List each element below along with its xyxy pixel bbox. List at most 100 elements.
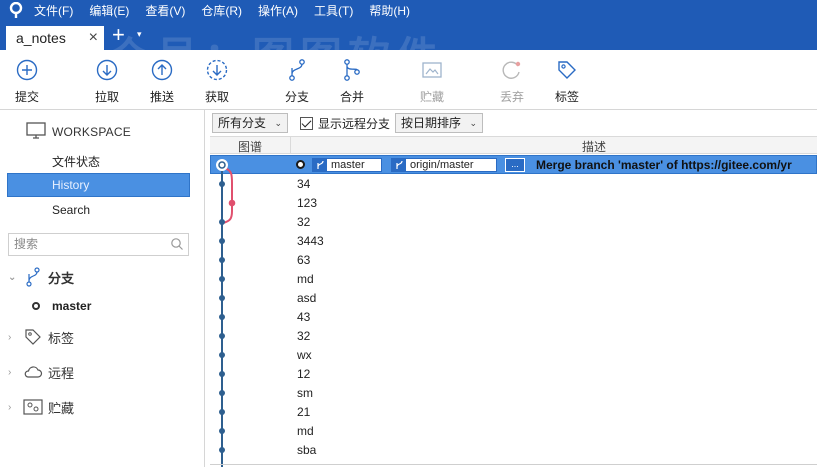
section-branches[interactable]: ⌄ 分支 xyxy=(8,267,74,287)
branch-filter-value: 所有分支 xyxy=(218,116,267,130)
show-remote-branches-label: 显示远程分支 xyxy=(318,117,391,131)
sidebar-item-master[interactable]: master xyxy=(32,299,91,313)
commit-message: 21 xyxy=(297,405,311,419)
column-description[interactable]: 描述 xyxy=(582,138,606,155)
branch-label-origin-master: origin/master xyxy=(391,158,497,172)
workspace-title: WORKSPACE xyxy=(52,125,131,139)
commit-message: md xyxy=(297,272,314,286)
menu-view[interactable]: 查看(V) xyxy=(145,2,185,19)
chevron-right-icon: › xyxy=(8,401,12,413)
fetch-button[interactable]: 获取 xyxy=(197,58,237,105)
sourcetree-logo-icon xyxy=(6,0,26,20)
commit-row[interactable]: 123 xyxy=(210,193,817,212)
menu-actions[interactable]: 操作(A) xyxy=(258,2,298,19)
chevron-right-icon: › xyxy=(8,331,12,343)
cloud-icon xyxy=(22,362,44,382)
commit-message: 34 xyxy=(297,177,311,191)
commit-message: 32 xyxy=(297,329,311,343)
section-tags-label: 标签 xyxy=(48,330,75,346)
commit-row[interactable]: 21 xyxy=(210,402,817,421)
commit-row[interactable]: sba xyxy=(210,440,817,459)
menu-repository[interactable]: 仓库(R) xyxy=(201,2,242,19)
more-labels-button[interactable]: ... xyxy=(505,158,525,172)
column-separator xyxy=(290,137,291,154)
menu-bar: 文件(F) 编辑(E) 查看(V) 仓库(R) 操作(A) 工具(T) 帮助(H… xyxy=(0,0,817,20)
commit-row[interactable]: asd xyxy=(210,288,817,307)
stash-icon xyxy=(420,58,444,82)
chevron-right-icon: › xyxy=(8,366,12,378)
merge-label: 合并 xyxy=(339,90,364,104)
branch-icon xyxy=(22,267,44,287)
stash-label: 贮藏 xyxy=(419,90,444,104)
menu-edit[interactable]: 编辑(E) xyxy=(89,2,129,19)
sidebar: WORKSPACE 文件状态 History Search 搜索 ⌄ 分支 ma… xyxy=(0,110,205,467)
push-icon xyxy=(150,58,174,82)
remote-branch-icon xyxy=(392,159,406,171)
chevron-down-icon: ⌄ xyxy=(274,118,282,128)
section-tags[interactable]: › 标签 xyxy=(8,327,74,347)
commit-list: master origin/master ... Merge branch 'm… xyxy=(210,155,817,467)
tab-strip: a_notes × + ▾ xyxy=(0,20,817,50)
remote-branch-label-text: origin/master xyxy=(410,159,474,171)
menu-tools[interactable]: 工具(T) xyxy=(314,2,353,19)
discard-button[interactable]: 丢弃 xyxy=(492,58,532,105)
tag-button[interactable]: 标签 xyxy=(547,58,587,105)
section-branches-label: 分支 xyxy=(48,270,75,286)
commit-row[interactable]: 32 xyxy=(210,326,817,345)
commit-row[interactable]: 63 xyxy=(210,250,817,269)
merge-button[interactable]: 合并 xyxy=(332,58,372,105)
branch-filter-dropdown[interactable]: 所有分支 ⌄ xyxy=(212,113,288,133)
commit-row-head[interactable]: master origin/master ... Merge branch 'm… xyxy=(210,155,817,174)
search-icon xyxy=(170,237,184,258)
commit-row[interactable]: 34 xyxy=(210,174,817,193)
commit-button[interactable]: 提交 xyxy=(7,58,47,105)
tag-icon xyxy=(555,58,579,82)
commit-row[interactable]: md xyxy=(210,269,817,288)
commit-row[interactable]: md xyxy=(210,421,817,440)
sort-value: 按日期排序 xyxy=(401,116,462,130)
commit-row[interactable]: wx xyxy=(210,345,817,364)
push-button[interactable]: 推送 xyxy=(142,58,182,105)
commit-message: sba xyxy=(297,443,317,457)
add-tab-icon[interactable]: + xyxy=(112,22,125,48)
nav-file-status[interactable]: 文件状态 xyxy=(52,153,100,170)
push-label: 推送 xyxy=(149,90,174,104)
menu-help[interactable]: 帮助(H) xyxy=(369,2,410,19)
merge-icon xyxy=(340,58,364,82)
column-graph[interactable]: 图谱 xyxy=(210,138,290,155)
commit-row[interactable]: 3443 xyxy=(210,231,817,250)
nav-search[interactable]: Search xyxy=(52,203,90,217)
pull-button[interactable]: 拉取 xyxy=(87,58,127,105)
section-stashes[interactable]: › 贮藏 xyxy=(8,397,74,417)
commit-message: wx xyxy=(297,348,312,362)
commit-message: 12 xyxy=(297,367,311,381)
commit-message: md xyxy=(297,424,314,438)
branch-icon xyxy=(285,58,309,82)
branch-button[interactable]: 分支 xyxy=(277,58,317,105)
sidebar-search-input[interactable]: 搜索 xyxy=(8,233,189,256)
commit-icon xyxy=(15,58,39,82)
commit-row[interactable]: sm xyxy=(210,383,817,402)
pull-label: 拉取 xyxy=(94,90,119,104)
search-placeholder: 搜索 xyxy=(14,237,39,251)
commit-message: sm xyxy=(297,386,313,400)
nav-history[interactable]: History xyxy=(7,173,190,197)
commit-message: 32 xyxy=(297,215,311,229)
history-filter-bar: 所有分支 ⌄ 显示远程分支 按日期排序 ⌄ xyxy=(210,110,817,136)
tab-repository[interactable]: a_notes × xyxy=(6,26,104,50)
commit-row[interactable]: 32 xyxy=(210,212,817,231)
history-column-header: 图谱 描述 xyxy=(210,136,817,154)
tab-menu-chevron-icon[interactable]: ▾ xyxy=(137,29,142,40)
close-tab-icon[interactable]: × xyxy=(89,27,98,49)
fetch-label: 获取 xyxy=(204,90,229,104)
chevron-down-icon: ⌄ xyxy=(8,271,17,283)
chevron-down-icon: ⌄ xyxy=(469,118,477,128)
commit-row[interactable]: 43 xyxy=(210,307,817,326)
current-branch-icon xyxy=(32,302,40,310)
show-remote-branches-checkbox[interactable]: 显示远程分支 xyxy=(300,115,390,132)
section-remotes[interactable]: › 远程 xyxy=(8,362,74,382)
menu-file[interactable]: 文件(F) xyxy=(34,2,73,19)
stash-button[interactable]: 贮藏 xyxy=(412,58,452,105)
sort-dropdown[interactable]: 按日期排序 ⌄ xyxy=(395,113,483,133)
commit-row[interactable]: 12 xyxy=(210,364,817,383)
